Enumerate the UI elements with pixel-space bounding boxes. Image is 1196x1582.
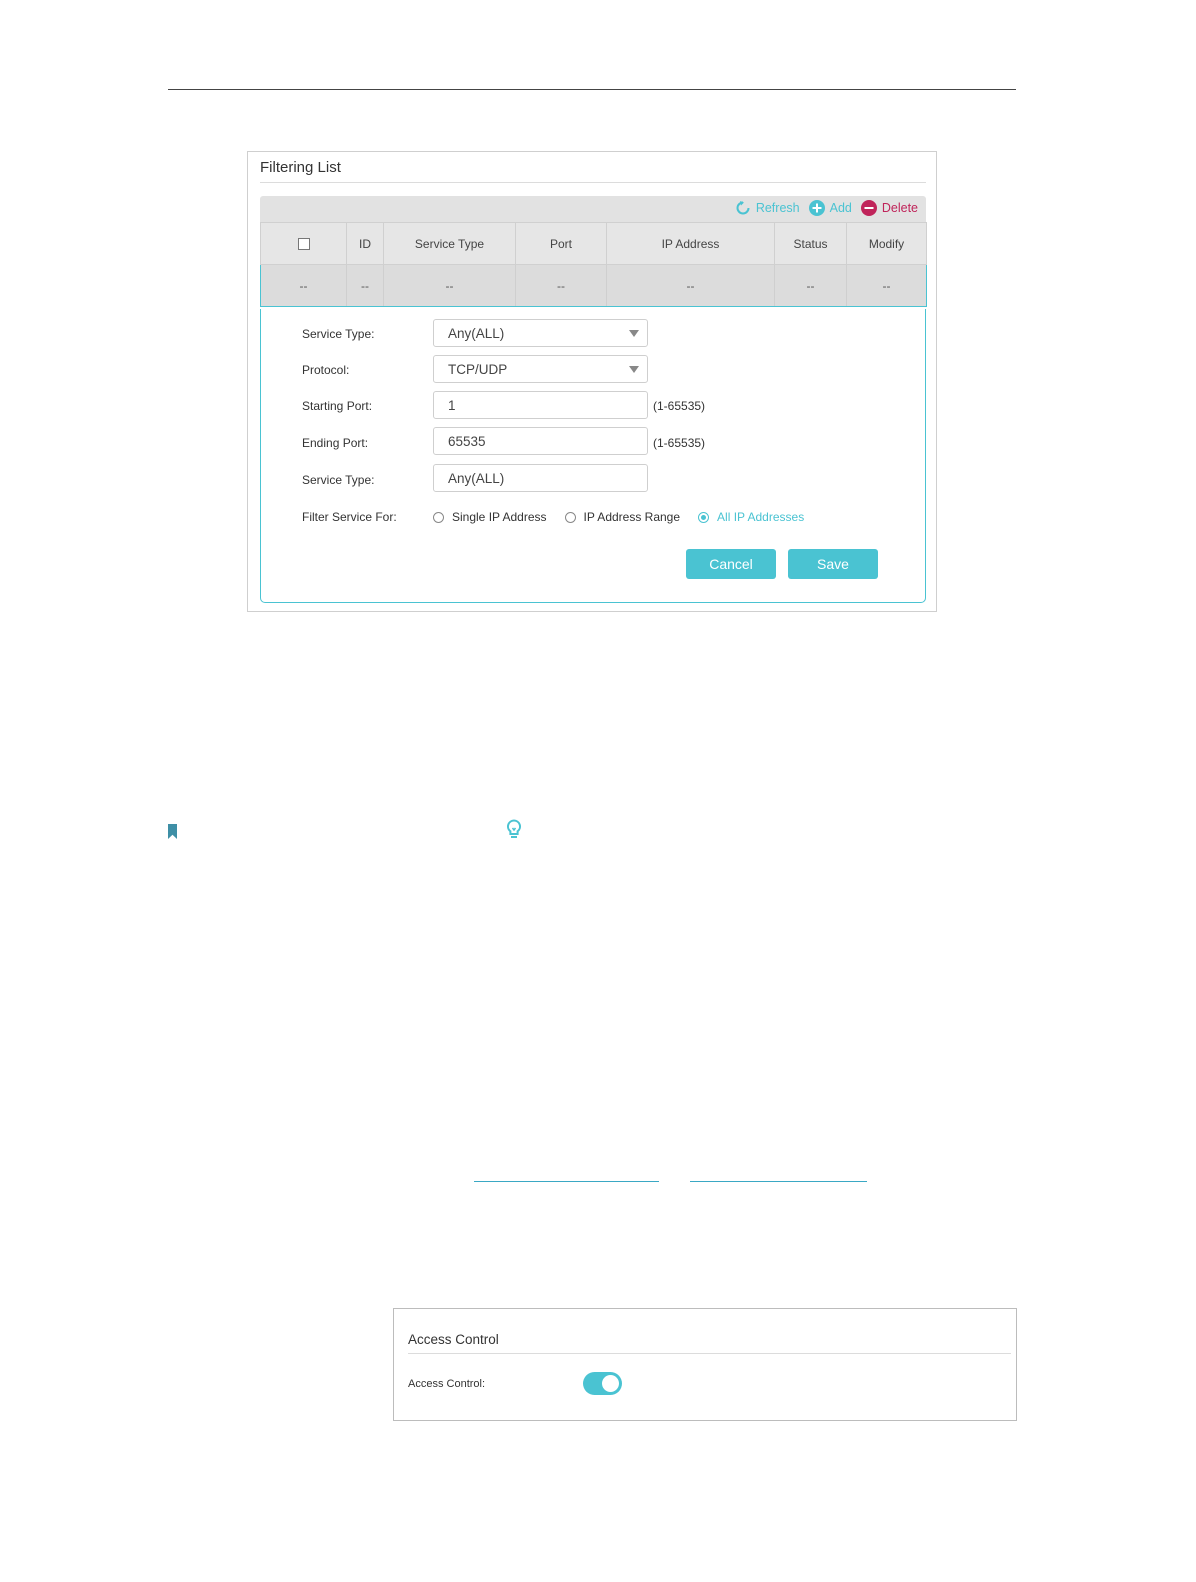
filter-service-for-label: Filter Service For: <box>302 510 397 524</box>
ending-port-label: Ending Port: <box>302 436 369 450</box>
filtering-list-panel: Filtering List Refresh Add Delete ID Ser… <box>247 151 937 612</box>
table-cell: -- <box>260 264 347 307</box>
dropdown-caret-icon <box>629 330 639 337</box>
toggle-knob <box>602 1375 619 1392</box>
panel-title: Filtering List <box>260 159 341 176</box>
panel-title: Access Control <box>408 1332 499 1347</box>
radio-circle[interactable] <box>564 511 576 523</box>
filtering-table: Refresh Add Delete ID Service Type Port … <box>260 196 927 307</box>
service-type-label-2: Service Type: <box>302 473 375 487</box>
column-header: Port <box>515 222 607 265</box>
radio-circle[interactable] <box>698 511 710 523</box>
table-header-row: ID Service Type Port IP Address Status M… <box>260 222 927 265</box>
column-header: Service Type <box>383 222 516 265</box>
table-toolbar: Refresh Add Delete <box>260 196 926 222</box>
panel-divider <box>408 1353 1011 1354</box>
table-cell: -- <box>515 264 607 307</box>
table-row[interactable]: -- -- -- -- -- -- -- <box>260 264 927 307</box>
service-type-label: Service Type: <box>302 327 375 341</box>
access-control-panel: Access Control Access Control: <box>393 1308 1017 1421</box>
save-button[interactable]: Save <box>788 549 878 579</box>
refresh-label: Refresh <box>755 201 800 215</box>
cancel-button[interactable]: Cancel <box>686 549 776 579</box>
select-all-header[interactable] <box>260 222 347 265</box>
add-button[interactable]: Add <box>808 200 852 216</box>
service-type-select[interactable]: Any(ALL) <box>433 319 648 347</box>
refresh-icon <box>735 200 751 216</box>
table-cell: -- <box>346 264 384 307</box>
radio-single-ip[interactable]: Single IP Address <box>433 510 547 524</box>
add-icon <box>808 200 825 216</box>
link-underline[interactable] <box>474 1181 659 1182</box>
lightbulb-icon <box>506 819 522 841</box>
delete-button[interactable]: Delete <box>860 200 918 216</box>
refresh-button[interactable]: Refresh <box>735 200 800 216</box>
ending-port-value: 65535 <box>448 434 486 449</box>
access-control-toggle[interactable] <box>583 1372 622 1395</box>
dropdown-caret-icon <box>629 366 639 373</box>
rules-table: ID Service Type Port IP Address Status M… <box>260 222 927 307</box>
protocol-value: TCP/UDP <box>448 362 508 377</box>
service-type-value-2: Any(ALL) <box>448 471 505 486</box>
column-header: IP Address <box>606 222 775 265</box>
radio-label: Single IP Address <box>452 510 547 524</box>
delete-icon <box>860 200 877 216</box>
panel-divider <box>260 182 926 183</box>
table-cell: -- <box>606 264 775 307</box>
filter-service-for-radios: Single IP Address IP Address Range All I… <box>433 510 822 524</box>
link-underline[interactable] <box>690 1181 867 1182</box>
service-type-value: Any(ALL) <box>448 326 505 341</box>
service-type-input[interactable]: Any(ALL) <box>433 464 648 492</box>
delete-label: Delete <box>881 201 918 215</box>
rule-edit-form: Service Type: Any(ALL) Protocol: TCP/UDP… <box>260 309 926 603</box>
radio-label: All IP Addresses <box>717 510 805 524</box>
starting-port-input[interactable]: 1 <box>433 391 648 419</box>
starting-port-label: Starting Port: <box>302 399 373 413</box>
radio-label: IP Address Range <box>583 510 681 524</box>
column-header: Modify <box>846 222 927 265</box>
header-rule <box>168 89 1016 90</box>
table-cell: -- <box>383 264 516 307</box>
protocol-label: Protocol: <box>302 363 350 377</box>
column-header: ID <box>346 222 384 265</box>
bookmark-icon <box>168 824 177 839</box>
add-label: Add <box>829 201 852 215</box>
table-cell: -- <box>774 264 847 307</box>
radio-ip-range[interactable]: IP Address Range <box>564 510 681 524</box>
protocol-select[interactable]: TCP/UDP <box>433 355 648 383</box>
radio-all-ip[interactable]: All IP Addresses <box>698 510 804 524</box>
table-cell: -- <box>846 264 927 307</box>
ending-port-input[interactable]: 65535 <box>433 427 648 455</box>
starting-port-value: 1 <box>448 398 456 413</box>
select-all-checkbox[interactable] <box>297 238 310 251</box>
column-header: Status <box>774 222 847 265</box>
radio-circle[interactable] <box>433 511 444 523</box>
ending-port-hint: (1-65535) <box>653 436 706 450</box>
access-control-label: Access Control: <box>408 1378 486 1390</box>
starting-port-hint: (1-65535) <box>653 399 706 413</box>
